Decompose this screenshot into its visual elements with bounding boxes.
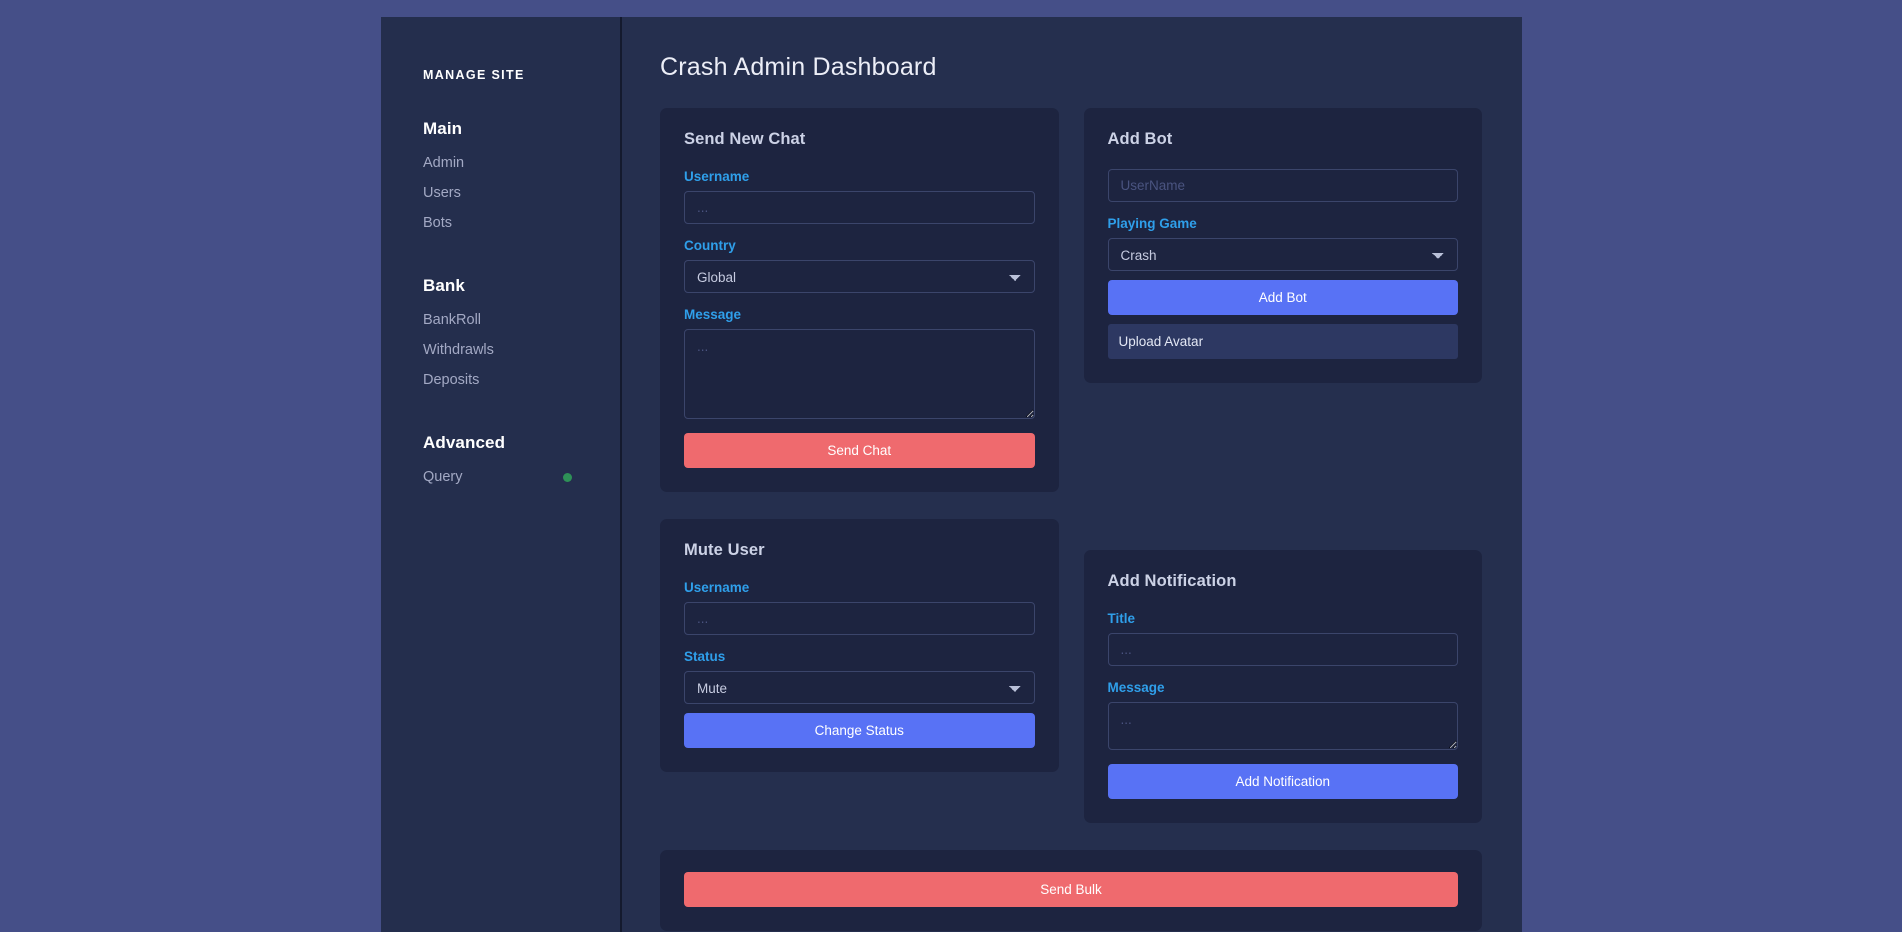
right-column-spacer	[1084, 410, 1483, 550]
upload-avatar-file-input[interactable]: Upload Avatar	[1108, 324, 1459, 359]
chat-username-input[interactable]	[684, 191, 1035, 224]
sidebar-item-label: Users	[423, 178, 461, 208]
admin-app-window: MANAGE SITE Main Admin Users Bots Bank B…	[381, 17, 1522, 932]
main-content: Crash Admin Dashboard Send New Chat User…	[622, 17, 1522, 932]
label-notification-message: Message	[1108, 680, 1459, 695]
sidebar-item-label: Bots	[423, 208, 452, 238]
sidebar-heading-main: Main	[423, 119, 620, 139]
card-add-notification: Add Notification Title Message Add Notif…	[1084, 550, 1483, 823]
chat-message-textarea[interactable]	[684, 329, 1035, 419]
sidebar-item-label: Admin	[423, 148, 464, 178]
sidebar-group-main: Main Admin Users Bots	[423, 119, 620, 238]
label-mute-status: Status	[684, 649, 1035, 664]
notification-message-textarea[interactable]	[1108, 702, 1459, 750]
label-chat-country: Country	[684, 238, 1035, 253]
card-title-send-new-chat: Send New Chat	[684, 130, 1035, 149]
sidebar-item-label: Deposits	[423, 365, 479, 395]
send-bulk-button[interactable]: Send Bulk	[684, 872, 1458, 907]
sidebar-item-label: Withdrawls	[423, 335, 494, 365]
bot-game-select[interactable]: Crash	[1108, 238, 1459, 271]
sidebar-item-users[interactable]: Users	[423, 178, 620, 208]
sidebar-item-admin[interactable]: Admin	[423, 148, 620, 178]
sidebar-heading-bank: Bank	[423, 276, 620, 296]
label-bot-playing-game: Playing Game	[1108, 216, 1459, 231]
sidebar: MANAGE SITE Main Admin Users Bots Bank B…	[381, 17, 622, 932]
right-column: Add Bot Playing Game Crash Add Bot Uploa…	[1084, 108, 1483, 850]
sidebar-item-bots[interactable]: Bots	[423, 208, 620, 238]
card-title-mute-user: Mute User	[684, 541, 1035, 560]
label-chat-username: Username	[684, 169, 1035, 184]
label-chat-message: Message	[684, 307, 1035, 322]
add-notification-button[interactable]: Add Notification	[1108, 764, 1459, 799]
mute-username-input[interactable]	[684, 602, 1035, 635]
send-chat-button[interactable]: Send Chat	[684, 433, 1035, 468]
page-title: Crash Admin Dashboard	[660, 53, 1482, 82]
sidebar-item-label: BankRoll	[423, 305, 481, 335]
sidebar-item-bankroll[interactable]: BankRoll	[423, 305, 620, 335]
card-add-bot: Add Bot Playing Game Crash Add Bot Uploa…	[1084, 108, 1483, 383]
cards-grid: Send New Chat Username Country Global Me…	[660, 108, 1482, 850]
left-column: Send New Chat Username Country Global Me…	[660, 108, 1059, 850]
card-title-add-bot: Add Bot	[1108, 130, 1459, 149]
change-status-button[interactable]: Change Status	[684, 713, 1035, 748]
card-send-new-chat: Send New Chat Username Country Global Me…	[660, 108, 1059, 492]
sidebar-heading-advanced: Advanced	[423, 433, 620, 453]
card-mute-user: Mute User Username Status Mute Change St…	[660, 519, 1059, 772]
sidebar-group-bank: Bank BankRoll Withdrawls Deposits	[423, 276, 620, 395]
label-mute-username: Username	[684, 580, 1035, 595]
mute-status-select[interactable]: Mute	[684, 671, 1035, 704]
sidebar-item-deposits[interactable]: Deposits	[423, 365, 620, 395]
sidebar-brand: MANAGE SITE	[423, 68, 620, 82]
notification-title-input[interactable]	[1108, 633, 1459, 666]
add-bot-button[interactable]: Add Bot	[1108, 280, 1459, 315]
sidebar-item-label: Query	[423, 462, 463, 492]
label-notification-title: Title	[1108, 611, 1459, 626]
status-online-dot-icon	[563, 473, 572, 482]
card-title-add-notification: Add Notification	[1108, 572, 1459, 591]
bot-username-input[interactable]	[1108, 169, 1459, 202]
sidebar-item-query[interactable]: Query	[423, 462, 620, 492]
chat-country-select[interactable]: Global	[684, 260, 1035, 293]
card-send-bulk: Send Bulk	[660, 850, 1482, 931]
sidebar-item-withdrawls[interactable]: Withdrawls	[423, 335, 620, 365]
sidebar-group-advanced: Advanced Query	[423, 433, 620, 492]
